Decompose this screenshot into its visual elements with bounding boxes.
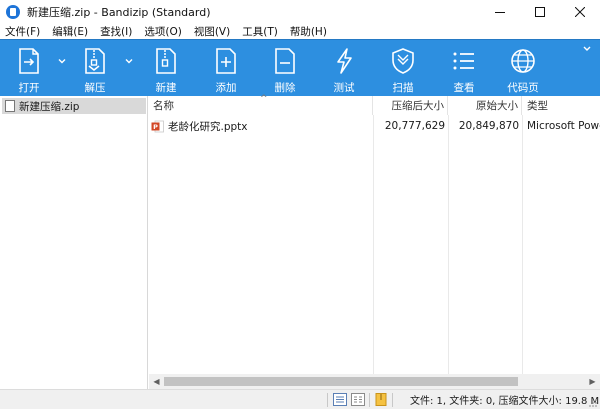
test-label: 测试 <box>333 82 355 94</box>
details-view-icon[interactable] <box>333 393 347 406</box>
view-label: 查看 <box>453 82 475 94</box>
horizontal-scrollbar[interactable]: ◀ ▶ <box>149 374 600 389</box>
extract-label: 解压 <box>84 82 106 94</box>
new-button[interactable]: 新建 <box>137 40 195 96</box>
minimize-icon <box>495 11 505 13</box>
file-original-size: 20,849,870 <box>458 120 519 132</box>
globe-icon <box>511 49 535 73</box>
add-button[interactable]: 添加 <box>197 40 255 96</box>
extract-dropdown-icon[interactable] <box>124 56 134 66</box>
status-divider <box>392 393 393 407</box>
open-button[interactable]: 打开 <box>0 40 58 96</box>
file-name-cell: P 老龄化研究.pptx <box>151 118 373 134</box>
file-name: 老龄化研究.pptx <box>168 120 248 133</box>
bandizip-app-icon <box>6 4 20 19</box>
add-label: 添加 <box>215 82 237 94</box>
scrollbar-thumb[interactable] <box>164 377 518 386</box>
file-list-pane: 名称 ^ 压缩后大小 原始大小 类型 P 老龄化研究.pptx 20,777,6… <box>149 94 600 374</box>
archive-info-icon[interactable] <box>374 393 388 406</box>
list-view-toggle-icon[interactable] <box>351 393 365 406</box>
toolbar: 打开 解压 新建 添加 删除 测试 扫描 查看 代码页 <box>0 39 600 96</box>
lightning-icon <box>337 48 352 74</box>
open-icon <box>19 48 39 74</box>
add-file-icon <box>216 48 236 74</box>
menu-edit[interactable]: 编辑(E) <box>46 24 94 39</box>
new-archive-icon <box>156 48 176 74</box>
sort-ascending-icon: ^ <box>260 94 268 104</box>
scan-button[interactable]: 扫描 <box>374 40 432 96</box>
menu-options[interactable]: 选项(O) <box>138 24 187 39</box>
menu-find[interactable]: 查找(I) <box>94 24 138 39</box>
maximize-icon <box>535 6 545 17</box>
menu-bar: 文件(F) 编辑(E) 查找(I) 选项(O) 视图(V) 工具(T) 帮助(H… <box>0 23 600 39</box>
column-header-packed-size[interactable]: 压缩后大小 <box>373 96 448 115</box>
column-type-label: 类型 <box>527 100 548 112</box>
powerpoint-file-icon: P <box>151 120 164 132</box>
delete-file-icon <box>275 48 295 74</box>
window-controls <box>480 0 600 23</box>
status-divider <box>327 393 328 407</box>
resize-grip-icon[interactable] <box>588 398 598 408</box>
tree-item-label: 新建压缩.zip <box>19 100 80 113</box>
column-header-name[interactable]: 名称 ^ <box>149 94 373 115</box>
extract-icon <box>85 48 105 74</box>
menu-help[interactable]: 帮助(H) <box>284 24 333 39</box>
delete-button[interactable]: 删除 <box>256 40 314 96</box>
status-text: 文件: 1, 文件夹: 0, 压缩文件大小: 19.8 MB <box>410 396 600 407</box>
file-packed-size: 20,777,629 <box>384 120 445 132</box>
column-header-type[interactable]: 类型 <box>522 96 600 115</box>
status-divider <box>369 393 370 407</box>
file-row[interactable]: P 老龄化研究.pptx 20,777,629 20,849,870 Micro… <box>149 118 600 134</box>
column-packed-size-label: 压缩后大小 <box>391 100 445 112</box>
new-label: 新建 <box>155 82 177 94</box>
codepage-label: 代码页 <box>507 82 539 94</box>
status-bar: 文件: 1, 文件夹: 0, 压缩文件大小: 19.8 MB <box>0 389 600 409</box>
tree-item-archive-root[interactable]: 新建压缩.zip <box>2 98 146 114</box>
codepage-button[interactable]: 代码页 <box>494 40 552 96</box>
scroll-left-icon[interactable]: ◀ <box>149 374 164 389</box>
svg-text:P: P <box>153 123 158 131</box>
scroll-right-icon[interactable]: ▶ <box>585 374 600 389</box>
shield-icon <box>392 48 414 74</box>
close-icon <box>575 6 585 17</box>
column-divider <box>522 115 523 374</box>
extract-button[interactable]: 解压 <box>66 40 124 96</box>
column-original-size-label: 原始大小 <box>476 100 518 112</box>
maximize-button[interactable] <box>520 0 560 23</box>
test-button[interactable]: 测试 <box>315 40 373 96</box>
folder-tree-pane: 新建压缩.zip <box>0 96 148 389</box>
minimize-button[interactable] <box>480 0 520 23</box>
menu-tools[interactable]: 工具(T) <box>236 24 284 39</box>
column-header-original-size[interactable]: 原始大小 <box>448 96 522 115</box>
list-view-icon <box>453 52 474 70</box>
window-title: 新建压缩.zip - Bandizip (Standard) <box>27 5 211 19</box>
column-name-label: 名称 <box>153 100 174 112</box>
column-divider <box>373 115 374 374</box>
close-button[interactable] <box>560 0 600 23</box>
column-divider <box>448 115 449 374</box>
scan-label: 扫描 <box>392 82 414 94</box>
toolbar-options-icon[interactable] <box>582 44 592 54</box>
title-bar: 新建压缩.zip - Bandizip (Standard) <box>0 0 600 23</box>
delete-label: 删除 <box>274 82 296 94</box>
archive-file-icon <box>5 100 15 112</box>
file-type: Microsoft PowerPoint <box>527 120 600 132</box>
open-label: 打开 <box>18 82 40 94</box>
view-button[interactable]: 查看 <box>435 40 493 96</box>
menu-file[interactable]: 文件(F) <box>0 24 46 39</box>
menu-view[interactable]: 视图(V) <box>188 24 236 39</box>
